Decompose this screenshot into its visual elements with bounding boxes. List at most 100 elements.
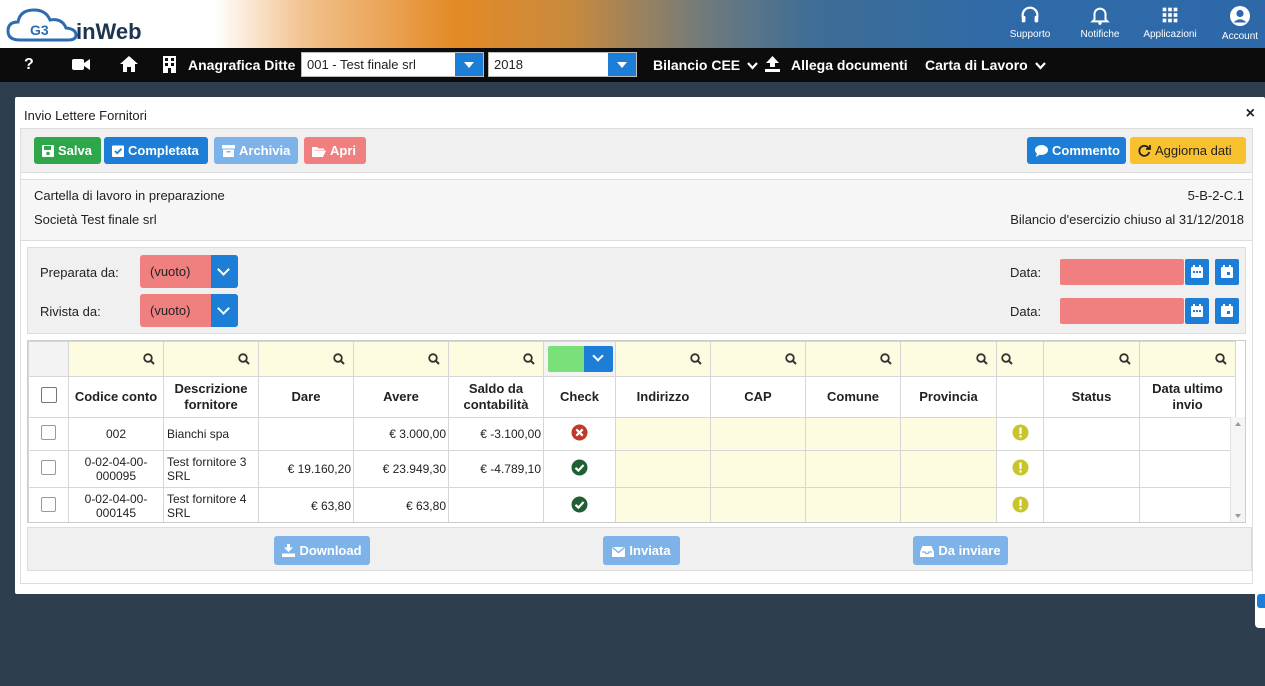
filter-provincia[interactable] [900, 341, 997, 377]
cell-cap[interactable] [710, 417, 806, 451]
download-icon [282, 544, 296, 557]
col-status[interactable]: Status [1043, 376, 1140, 418]
col-descrizione[interactable]: Descrizione fornitore [163, 376, 259, 418]
filter-descrizione[interactable] [163, 341, 259, 377]
chevron-down-icon[interactable] [211, 294, 238, 327]
check-filter-select[interactable] [548, 346, 613, 372]
anagrafica-ditte-link[interactable]: Anagrafica Ditte [188, 57, 295, 73]
video-icon[interactable] [72, 58, 90, 76]
row-checkbox[interactable] [41, 460, 56, 475]
inviata-label: Inviata [629, 543, 671, 558]
preparata-date-input[interactable] [1060, 259, 1184, 285]
envelope-icon [612, 546, 626, 557]
filter-flag[interactable] [996, 341, 1044, 377]
filter-saldo[interactable] [448, 341, 544, 377]
table-row[interactable]: 0-02-04-00-000095 Test fornitore 3 SRL €… [28, 450, 1236, 488]
col-flag[interactable] [996, 376, 1044, 418]
filter-indirizzo[interactable] [615, 341, 711, 377]
col-indirizzo[interactable]: Indirizzo [615, 376, 711, 418]
bilancio-cee-menu[interactable]: Bilancio CEE [653, 57, 758, 73]
row-checkbox[interactable] [41, 497, 56, 512]
chevron-down-icon[interactable] [584, 346, 613, 372]
cell-indirizzo[interactable] [615, 417, 711, 451]
row-checkbox[interactable] [41, 425, 56, 440]
col-data-invio[interactable]: Data ultimo invio [1139, 376, 1236, 418]
cell-indirizzo[interactable] [615, 450, 711, 488]
calendar-today-icon[interactable] [1215, 259, 1239, 285]
cell-indirizzo[interactable] [615, 487, 711, 522]
calendar-icon[interactable] [1185, 259, 1209, 285]
cell-cap[interactable] [710, 487, 806, 522]
completata-button[interactable]: Completata [104, 137, 208, 164]
scroll-up-icon[interactable] [1231, 420, 1245, 428]
select-all-checkbox[interactable] [40, 387, 57, 403]
col-cap[interactable]: CAP [710, 376, 806, 418]
account-button[interactable]: Account [1210, 2, 1265, 46]
col-comune[interactable]: Comune [805, 376, 901, 418]
year-select[interactable]: 2018 [488, 52, 637, 77]
apri-button[interactable]: Apri [304, 137, 366, 164]
preparata-select[interactable]: (vuoto) [140, 255, 238, 288]
applications-button[interactable]: Applicazioni [1140, 2, 1200, 46]
chevron-down-icon[interactable] [211, 255, 238, 288]
calendar-today-icon[interactable] [1215, 298, 1239, 324]
select-all-header[interactable] [28, 376, 69, 418]
col-dare[interactable]: Dare [258, 376, 354, 418]
cell-comune[interactable] [805, 417, 901, 451]
col-codice-conto[interactable]: Codice conto [68, 376, 164, 418]
col-check[interactable]: Check [543, 376, 616, 418]
rivista-date-input[interactable] [1060, 298, 1184, 324]
filter-data-invio[interactable] [1139, 341, 1236, 377]
table-row[interactable]: 002 Bianchi spa € 3.000,00 € -3.100,00 [28, 417, 1236, 451]
row-select-cell[interactable] [28, 487, 69, 522]
aggiorna-dati-button[interactable]: Aggiorna dati [1130, 137, 1246, 164]
notifications-button[interactable]: Notifiche [1070, 2, 1130, 46]
archivia-button[interactable]: Archivia [214, 137, 298, 164]
cloud-logo-icon: G3 [6, 8, 78, 42]
cell-comune[interactable] [805, 487, 901, 522]
commento-button[interactable]: Commento [1027, 137, 1126, 164]
chevron-down-icon[interactable] [608, 53, 636, 76]
filter-dare[interactable] [258, 341, 354, 377]
filter-avere[interactable] [353, 341, 449, 377]
save-button[interactable]: Salva [34, 137, 101, 164]
row-select-cell[interactable] [28, 417, 69, 451]
cell-codice: 0-02-04-00-000145 [68, 487, 164, 522]
rivista-select[interactable]: (vuoto) [140, 294, 238, 327]
filter-codice[interactable] [68, 341, 164, 377]
aggiorna-dati-label: Aggiorna dati [1155, 143, 1232, 158]
allega-documenti-link[interactable]: Allega documenti [791, 57, 908, 73]
upload-icon [765, 56, 780, 77]
close-icon[interactable]: × [1246, 105, 1255, 123]
da-inviare-button[interactable]: Da inviare [913, 536, 1008, 565]
col-saldo[interactable]: Saldo da contabilità [448, 376, 544, 418]
calendar-icon[interactable] [1185, 298, 1209, 324]
inviata-button[interactable]: Inviata [603, 536, 680, 565]
clipboard-check-icon [112, 145, 124, 157]
side-panel-toggle[interactable] [1255, 588, 1265, 628]
table-row[interactable]: 0-02-04-00-000145 Test fornitore 4 SRL €… [28, 487, 1236, 522]
filter-comune[interactable] [805, 341, 901, 377]
cell-comune[interactable] [805, 450, 901, 488]
grid-scrollbar[interactable] [1230, 417, 1245, 522]
row-select-cell[interactable] [28, 450, 69, 488]
download-button[interactable]: Download [274, 536, 370, 565]
cell-provincia[interactable] [900, 450, 997, 488]
company-select[interactable]: 001 - Test finale srl [301, 52, 484, 77]
filter-status[interactable] [1043, 341, 1140, 377]
cell-flag [996, 417, 1044, 451]
cell-provincia[interactable] [900, 487, 997, 522]
help-icon[interactable]: ? [24, 56, 34, 74]
support-button[interactable]: Supporto [1000, 2, 1060, 46]
col-provincia[interactable]: Provincia [900, 376, 997, 418]
cell-cap[interactable] [710, 450, 806, 488]
filter-cap[interactable] [710, 341, 806, 377]
scroll-down-icon[interactable] [1231, 512, 1245, 520]
cell-provincia[interactable] [900, 417, 997, 451]
col-avere[interactable]: Avere [353, 376, 449, 418]
building-icon [163, 56, 176, 78]
home-icon[interactable] [120, 56, 138, 77]
filter-check[interactable] [543, 341, 616, 377]
chevron-down-icon[interactable] [455, 53, 483, 76]
carta-di-lavoro-menu[interactable]: Carta di Lavoro [925, 57, 1046, 73]
